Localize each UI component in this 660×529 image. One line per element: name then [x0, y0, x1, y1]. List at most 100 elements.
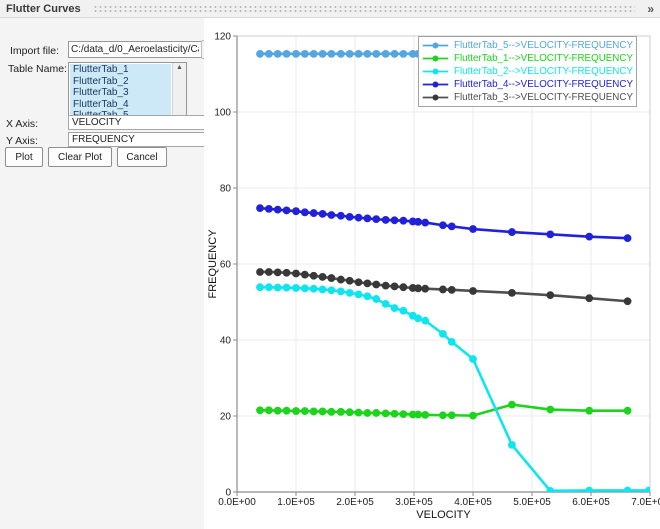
data-point-FlutterTab_4 [283, 207, 291, 215]
data-point-FlutterTab_4 [439, 221, 447, 229]
data-point-FlutterTab_3 [391, 283, 399, 291]
data-point-FlutterTab_2 [283, 284, 291, 292]
y-tick-label: 20 [220, 412, 232, 423]
data-point-FlutterTab_2 [328, 286, 336, 294]
data-point-FlutterTab_1 [292, 407, 300, 415]
x-axis-combobox[interactable]: VELOCITY [68, 115, 223, 130]
data-point-FlutterTab_3 [319, 273, 327, 281]
data-point-FlutterTab_2 [448, 338, 456, 346]
data-point-FlutterTab_2 [439, 330, 447, 338]
data-point-FlutterTab_1 [421, 411, 429, 419]
legend-entry-FlutterTab_3: FlutterTab_3-->VELOCITY-FREQUENCY [422, 91, 633, 104]
chart-legend: FlutterTab_5-->VELOCITY-FREQUENCY Flutter… [418, 36, 637, 107]
data-point-FlutterTab_2 [292, 284, 300, 292]
y-axis-combobox[interactable]: FREQUENCY [68, 132, 223, 147]
data-point-FlutterTab_1 [399, 410, 407, 418]
legend-label: FlutterTab_5-->VELOCITY-FREQUENCY [454, 40, 633, 51]
data-point-FlutterTab_1 [391, 410, 399, 418]
data-point-FlutterTab_5 [310, 50, 318, 58]
data-point-FlutterTab_3 [624, 297, 632, 305]
data-point-FlutterTab_3 [363, 279, 371, 287]
plot-button[interactable]: Plot [5, 147, 43, 167]
data-point-FlutterTab_2 [265, 283, 273, 291]
data-point-FlutterTab_2 [274, 284, 282, 292]
data-point-FlutterTab_1 [337, 408, 345, 416]
x-axis-value: VELOCITY [72, 117, 121, 128]
data-point-FlutterTab_1 [624, 407, 632, 415]
data-point-FlutterTab_3 [328, 274, 336, 282]
panel-titlebar: Flutter Curves » [0, 0, 660, 18]
y-axis-title: FREQUENCY [207, 229, 219, 299]
data-point-FlutterTab_3 [382, 282, 390, 290]
legend-label: FlutterTab_3-->VELOCITY-FREQUENCY [454, 92, 633, 103]
list-item[interactable]: FlutterTab_4 [70, 99, 171, 111]
data-point-FlutterTab_5 [283, 50, 291, 58]
listbox-scrollbar[interactable]: ▲ ▼ [172, 63, 186, 123]
data-point-FlutterTab_4 [469, 225, 477, 233]
data-point-FlutterTab_5 [301, 50, 309, 58]
data-point-FlutterTab_5 [382, 50, 390, 58]
list-item[interactable]: FlutterTab_1 [70, 64, 171, 76]
legend-marker-icon [422, 79, 449, 90]
data-point-FlutterTab_1 [448, 411, 456, 419]
data-point-FlutterTab_2 [624, 487, 632, 495]
data-point-FlutterTab_2 [337, 287, 345, 295]
data-point-FlutterTab_1 [508, 401, 516, 409]
data-point-FlutterTab_3 [546, 291, 554, 299]
data-point-FlutterTab_4 [319, 210, 327, 218]
data-point-FlutterTab_4 [382, 216, 390, 224]
dock-drag-handle[interactable] [93, 5, 636, 12]
import-file-input[interactable] [68, 41, 202, 58]
series-FlutterTab_1 [256, 401, 631, 420]
data-point-FlutterTab_4 [546, 230, 554, 238]
x-axis-title: VELOCITY [416, 509, 471, 521]
data-point-FlutterTab_3 [256, 268, 264, 276]
list-item[interactable]: FlutterTab_2 [70, 76, 171, 88]
data-point-FlutterTab_5 [372, 50, 380, 58]
data-point-FlutterTab_3 [469, 287, 477, 295]
data-point-FlutterTab_1 [310, 408, 318, 416]
list-item[interactable]: FlutterTab_3 [70, 87, 171, 99]
data-point-FlutterTab_3 [346, 277, 354, 285]
data-point-FlutterTab_2 [508, 441, 516, 449]
data-point-FlutterTab_4 [328, 211, 336, 219]
data-point-FlutterTab_2 [363, 292, 371, 300]
x-tick-label: 2.0E+05 [336, 497, 374, 508]
legend-entry-FlutterTab_5: FlutterTab_5-->VELOCITY-FREQUENCY [422, 39, 633, 52]
data-point-FlutterTab_3 [310, 272, 318, 280]
data-point-FlutterTab_5 [292, 50, 300, 58]
series-FlutterTab_4 [256, 204, 631, 242]
clear-plot-button[interactable]: Clear Plot [48, 147, 112, 167]
data-point-FlutterTab_1 [265, 406, 273, 414]
data-point-FlutterTab_4 [363, 215, 371, 223]
legend-label: FlutterTab_2-->VELOCITY-FREQUENCY [454, 66, 633, 77]
data-point-FlutterTab_4 [624, 234, 632, 242]
cancel-button[interactable]: Cancel [117, 147, 167, 167]
data-point-FlutterTab_2 [346, 289, 354, 297]
data-point-FlutterTab_4 [414, 218, 422, 226]
data-point-FlutterTab_1 [319, 408, 327, 416]
data-point-FlutterTab_4 [372, 215, 380, 223]
data-point-FlutterTab_3 [585, 294, 593, 302]
data-point-FlutterTab_2 [372, 295, 380, 303]
y-axis-label: Y Axis: [6, 135, 38, 147]
data-point-FlutterTab_1 [546, 406, 554, 414]
legend-entry-FlutterTab_4: FlutterTab_4-->VELOCITY-FREQUENCY [422, 78, 633, 91]
x-tick-label: 3.0E+05 [395, 497, 433, 508]
data-point-FlutterTab_3 [301, 271, 309, 279]
data-point-FlutterTab_3 [399, 283, 407, 291]
data-point-FlutterTab_1 [382, 409, 390, 417]
dock-collapse-icon[interactable]: » [647, 1, 654, 17]
data-point-FlutterTab_5 [337, 50, 345, 58]
y-tick-label: 0 [225, 488, 231, 499]
data-point-FlutterTab_2 [319, 286, 327, 294]
import-file-label: Import file: [10, 45, 59, 57]
legend-entry-FlutterTab_2: FlutterTab_2-->VELOCITY-FREQUENCY [422, 65, 633, 78]
data-point-FlutterTab_3 [355, 278, 363, 286]
data-point-FlutterTab_1 [346, 408, 354, 416]
data-point-FlutterTab_3 [414, 284, 422, 292]
data-point-FlutterTab_1 [328, 408, 336, 416]
scroll-up-icon[interactable]: ▲ [173, 63, 186, 73]
data-point-FlutterTab_1 [585, 407, 593, 415]
data-point-FlutterTab_2 [421, 317, 429, 325]
